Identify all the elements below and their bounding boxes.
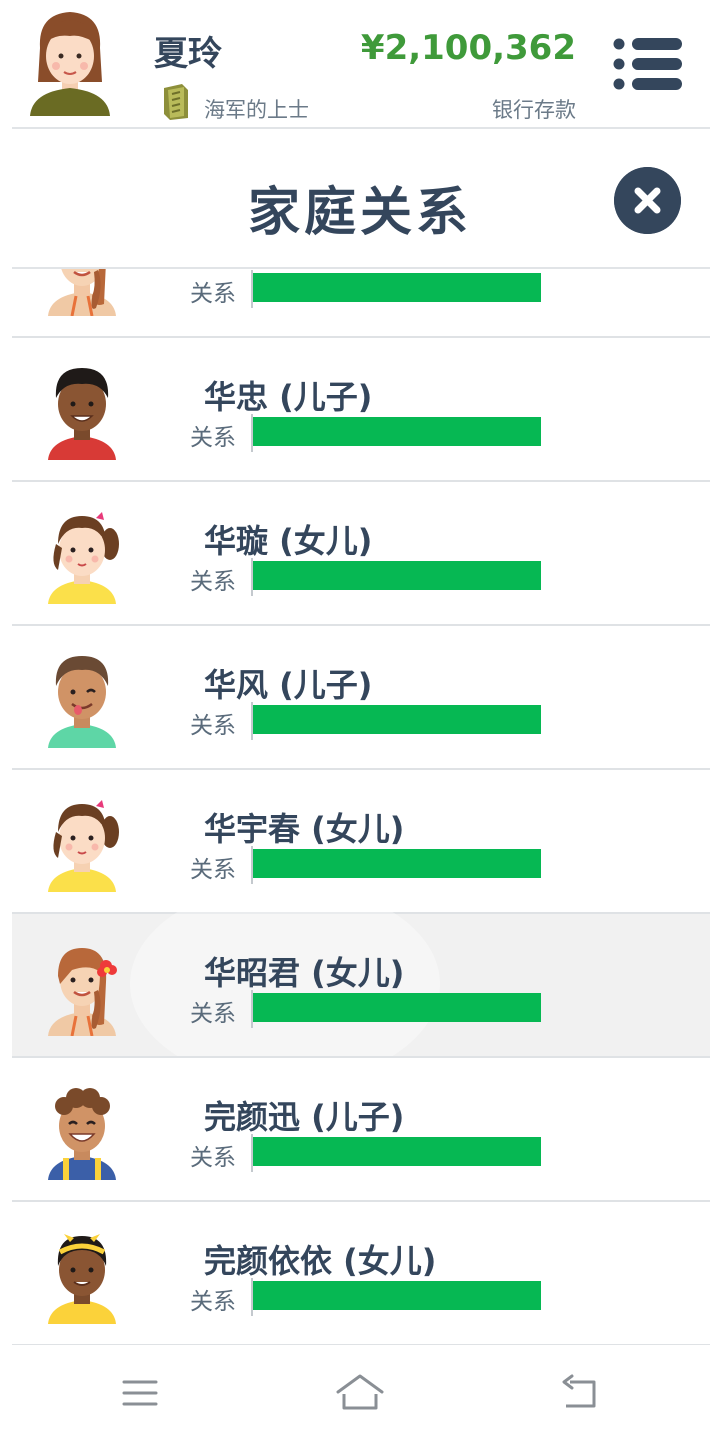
relationship-bar bbox=[253, 417, 541, 446]
relationship-label: 关系 bbox=[190, 857, 236, 883]
relationship-bar-fill bbox=[253, 705, 541, 734]
menu-lines-icon[interactable] bbox=[110, 1368, 170, 1418]
girl-headband-avatar bbox=[48, 1234, 116, 1324]
member-name: 完颜依依 (女儿) bbox=[204, 1242, 437, 1280]
relationship-bar bbox=[253, 1137, 541, 1166]
header-divider bbox=[12, 127, 710, 129]
family-member-row[interactable]: 华忠 (儿子) 关系 bbox=[12, 338, 710, 482]
relationship-bar-fill bbox=[253, 1137, 541, 1166]
family-member-row[interactable]: 关系 bbox=[12, 269, 710, 338]
member-name: 华璇 (女儿) bbox=[204, 522, 373, 560]
menu-lines-icon[interactable] bbox=[610, 36, 684, 92]
family-member-row[interactable]: 华璇 (女儿) 关系 bbox=[12, 482, 710, 626]
relationship-bar-fill bbox=[253, 273, 541, 302]
relationship-bar-fill bbox=[253, 1281, 541, 1310]
top-status-header: 夏玲 海军的上士 ¥2,100,362 银行存款 bbox=[0, 0, 720, 128]
relationship-bar bbox=[253, 705, 541, 734]
family-member-list[interactable]: 关系 华忠 (儿子) 关系 华璇 (女儿) 关系 华风 (儿子) 关系 华宇春 … bbox=[0, 269, 720, 1345]
relationship-bar-fill bbox=[253, 849, 541, 878]
relationship-bar bbox=[253, 273, 541, 302]
relationship-label: 关系 bbox=[190, 425, 236, 451]
relationship-label: 关系 bbox=[190, 281, 236, 307]
relationship-bar-fill bbox=[253, 993, 541, 1022]
relationship-bar-fill bbox=[253, 561, 541, 590]
rank-title: 海军的上士 bbox=[204, 98, 309, 122]
family-member-row[interactable]: 完颜迅 (儿子) 关系 bbox=[12, 1058, 710, 1202]
relationship-bar-fill bbox=[253, 417, 541, 446]
title-bar: 家庭关系 bbox=[0, 130, 720, 268]
member-name: 华风 (儿子) bbox=[204, 666, 373, 704]
relationship-bar bbox=[253, 849, 541, 878]
girl-flower-avatar bbox=[48, 948, 117, 1036]
relationship-label: 关系 bbox=[190, 713, 236, 739]
bank-balance-label: 银行存款 bbox=[492, 98, 576, 122]
close-icon[interactable] bbox=[614, 167, 681, 234]
family-member-row-selected[interactable]: 华昭君 (女儿) 关系 bbox=[12, 884, 710, 1084]
member-name: 华宇春 (女儿) bbox=[204, 810, 405, 848]
relationship-label: 关系 bbox=[190, 1289, 236, 1315]
member-name: 完颜迅 (儿子) bbox=[204, 1098, 405, 1136]
relationship-bar bbox=[253, 993, 541, 1022]
bank-balance: ¥2,100,362 bbox=[360, 28, 576, 68]
boy-curly-hair-avatar bbox=[48, 1088, 116, 1180]
relationship-bar bbox=[253, 561, 541, 590]
player-name: 夏玲 bbox=[154, 34, 222, 74]
relationship-label: 关系 bbox=[190, 1001, 236, 1027]
girl-pigtails-avatar bbox=[48, 512, 119, 604]
family-member-row[interactable]: 完颜依依 (女儿) 关系 bbox=[12, 1202, 710, 1345]
member-name: 华昭君 (女儿) bbox=[204, 954, 405, 992]
relationship-bar bbox=[253, 1281, 541, 1310]
player-avatar bbox=[30, 12, 110, 116]
girl-orange-hair-avatar bbox=[48, 269, 116, 316]
boy-dark-skin-avatar bbox=[48, 368, 116, 460]
relationship-label: 关系 bbox=[190, 1145, 236, 1171]
row-divider bbox=[12, 1344, 710, 1345]
girl-pigtails-avatar bbox=[48, 800, 119, 892]
relationship-label: 关系 bbox=[190, 569, 236, 595]
home-icon[interactable] bbox=[330, 1368, 390, 1418]
back-icon[interactable] bbox=[550, 1368, 610, 1418]
boy-winking-avatar bbox=[48, 656, 116, 748]
page-title: 家庭关系 bbox=[247, 183, 472, 243]
family-member-row[interactable]: 华风 (儿子) 关系 bbox=[12, 626, 710, 770]
member-name: 华忠 (儿子) bbox=[204, 378, 373, 416]
system-navigation-bar bbox=[0, 1346, 720, 1440]
family-member-row[interactable]: 华宇春 (女儿) 关系 bbox=[12, 770, 710, 914]
rank-badge-icon bbox=[164, 84, 188, 120]
